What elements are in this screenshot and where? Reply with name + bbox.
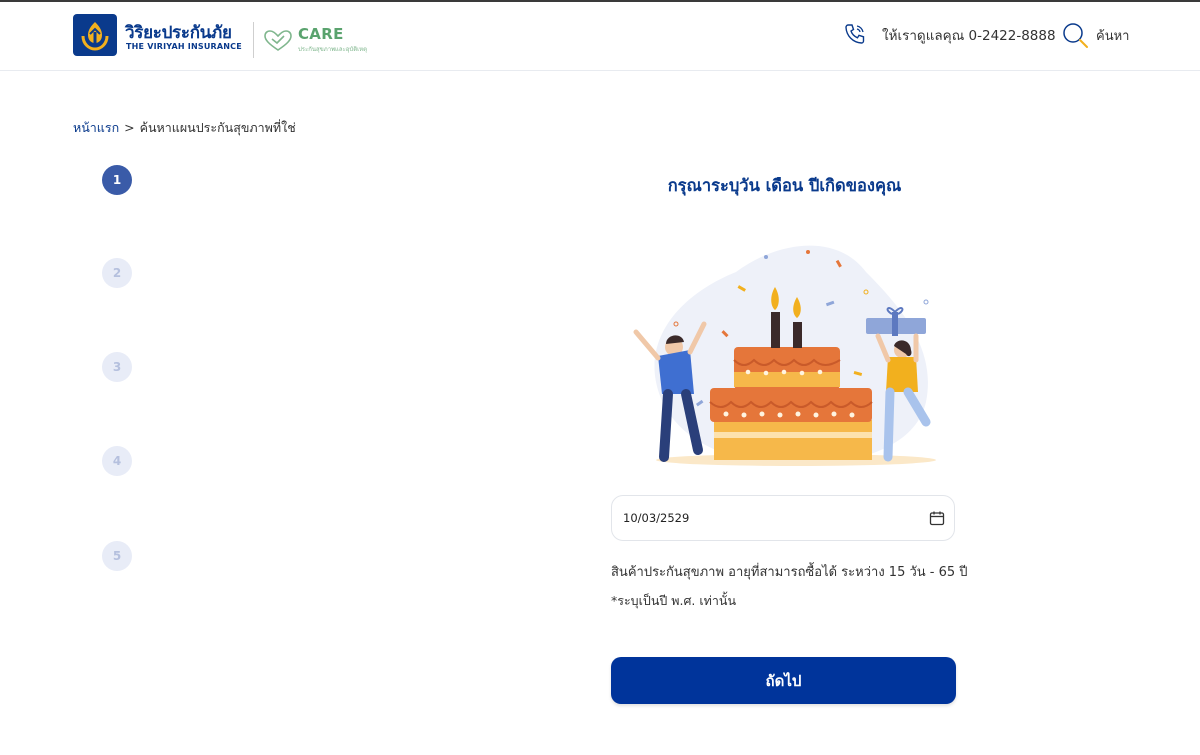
viriyah-emblem-icon	[81, 22, 109, 51]
step-indicator-3: 3	[102, 352, 132, 382]
search-icon[interactable]	[1062, 22, 1090, 54]
site-header: วิริยะประกันภัย THE VIRIYAH INSURANCE CA…	[0, 2, 1200, 71]
birthdate-input[interactable]: 10/03/2529	[611, 495, 955, 541]
viriyah-logo[interactable]	[73, 14, 117, 56]
heart-shield-icon	[263, 30, 293, 56]
phone-icon[interactable]	[843, 22, 867, 50]
care-brand-title: CARE	[298, 25, 344, 43]
birthday-cake-illustration	[626, 232, 946, 476]
breadcrumb-separator: >	[124, 120, 135, 135]
form-title: กรุณาระบุวัน เดือน ปีเกิดของคุณ	[667, 176, 902, 195]
brand-name-english: THE VIRIYAH INSURANCE	[126, 42, 242, 51]
step-indicator-1: 1	[102, 165, 132, 195]
step-indicator-5: 5	[102, 541, 132, 571]
birthdate-value[interactable]: 10/03/2529	[623, 511, 689, 525]
breadcrumb-home-link[interactable]: หน้าแรก	[73, 120, 119, 135]
next-button[interactable]: ถัดไป	[611, 657, 956, 704]
contact-phone-text[interactable]: ให้เราดูแลคุณ 0-2422-8888	[882, 24, 1056, 46]
buddhist-year-note: *ระบุเป็นปี พ.ศ. เท่านั้น	[611, 593, 736, 608]
calendar-icon[interactable]	[929, 510, 945, 530]
brand-divider	[253, 22, 254, 58]
step-indicator-2: 2	[102, 258, 132, 288]
care-brand-subtitle: ประกันสุขภาพและอุบัติเหตุ	[298, 46, 368, 53]
age-range-info: สินค้าประกันสุขภาพ อายุที่สามารถซื้อได้ …	[611, 565, 968, 580]
search-label[interactable]: ค้นหา	[1096, 25, 1129, 46]
breadcrumb: หน้าแรก > ค้นหาแผนประกันสุขภาพที่ใช่	[73, 118, 296, 138]
breadcrumb-current: ค้นหาแผนประกันสุขภาพที่ใช่	[139, 120, 296, 135]
step-indicator-4: 4	[102, 446, 132, 476]
